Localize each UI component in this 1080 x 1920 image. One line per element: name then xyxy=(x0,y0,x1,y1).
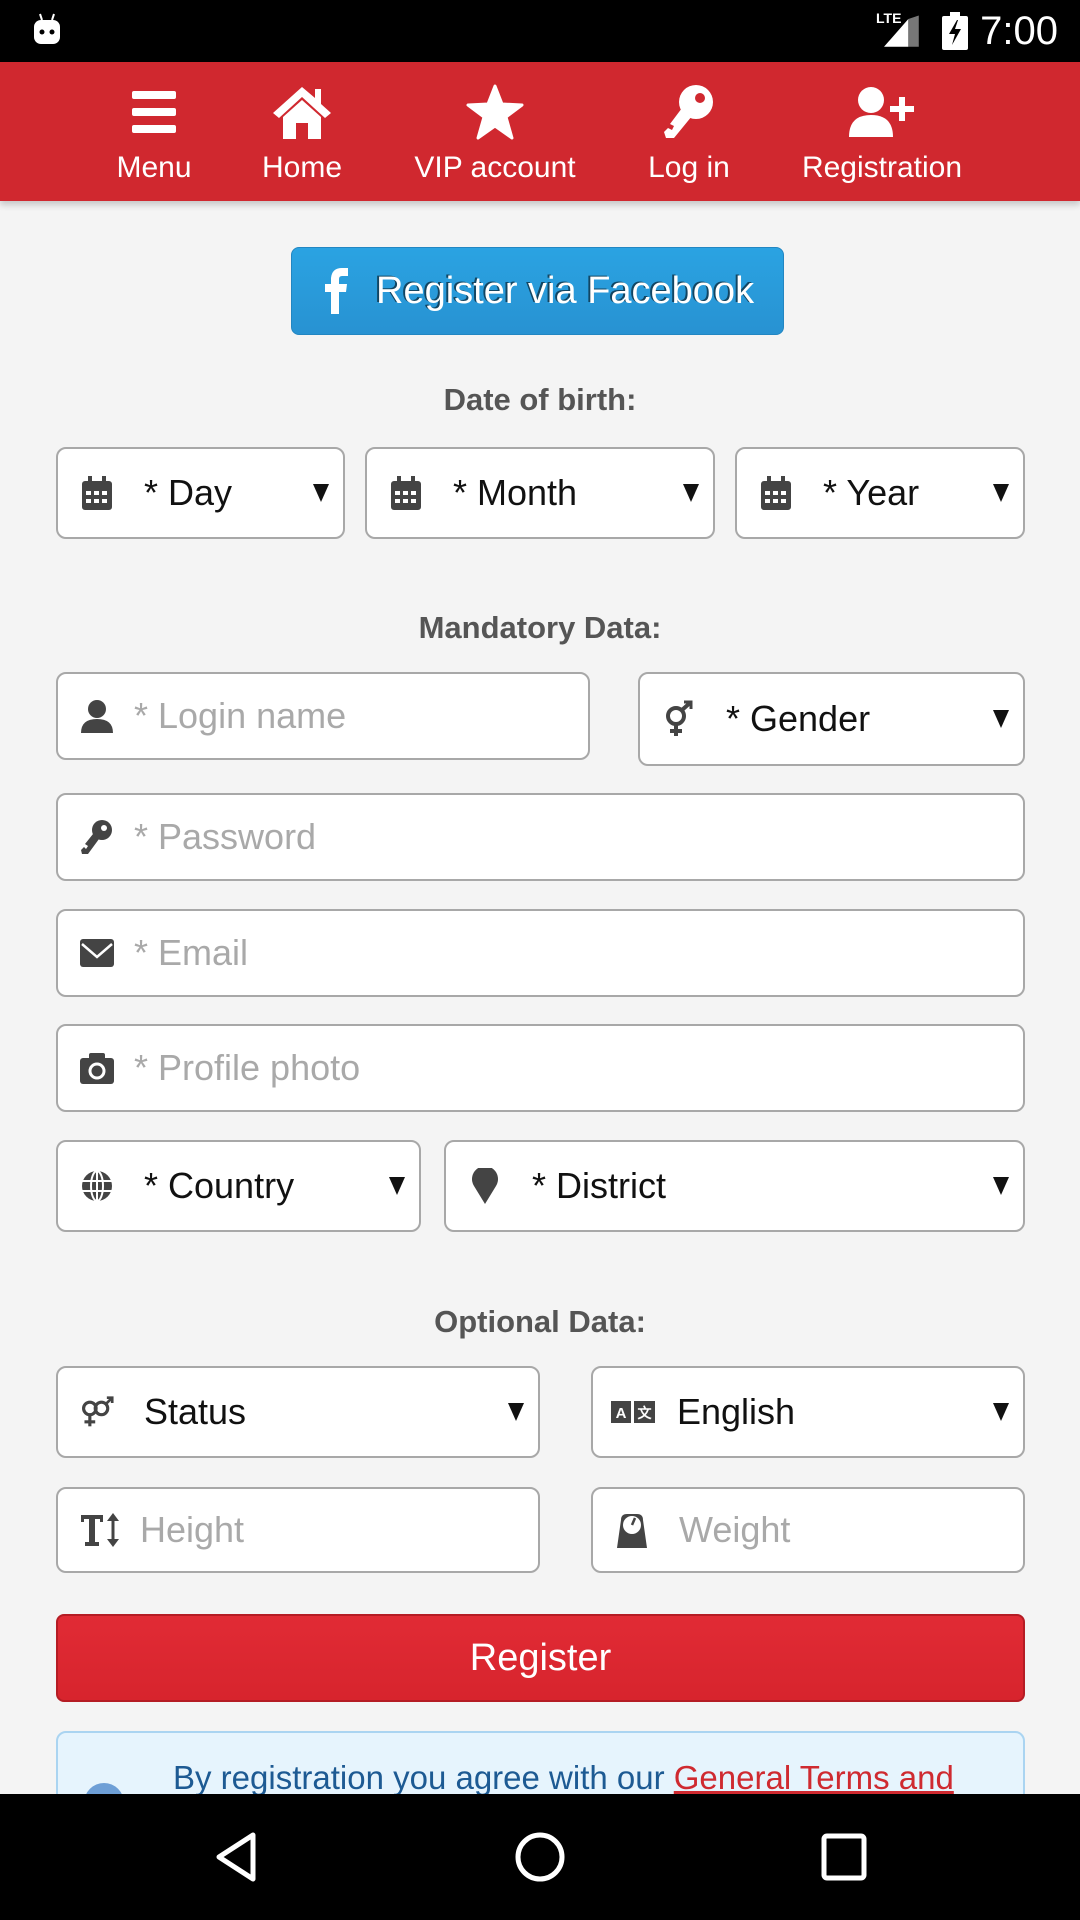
language-select[interactable]: A文 English xyxy=(591,1366,1025,1458)
calendar-icon xyxy=(80,476,114,510)
back-button[interactable] xyxy=(156,1794,316,1920)
nav-label: Registration xyxy=(801,151,963,184)
terms-notice-text: By registration you agree with our Gener… xyxy=(173,1759,954,1797)
country-select[interactable]: * Country xyxy=(56,1140,421,1232)
email-input[interactable]: * Email xyxy=(56,909,1025,997)
facebook-icon xyxy=(325,268,348,314)
weight-placeholder: Weight xyxy=(679,1509,791,1550)
key-icon xyxy=(662,84,716,140)
recents-square-icon xyxy=(821,1833,867,1881)
star-icon xyxy=(466,84,524,140)
district-select[interactable]: * District xyxy=(444,1140,1025,1232)
map-pin-icon xyxy=(468,1168,502,1204)
optional-data-label: Optional Data: xyxy=(434,1304,646,1339)
status-select[interactable]: Status xyxy=(56,1366,540,1458)
top-nav-bar: Menu Home VIP account Log in Registratio… xyxy=(0,62,1080,201)
district-value: * District xyxy=(532,1165,666,1206)
back-icon xyxy=(216,1832,256,1882)
nav-label: VIP account xyxy=(414,151,576,184)
gender-value: * Gender xyxy=(726,698,871,739)
android-notification-icon xyxy=(34,13,60,44)
chevron-down-icon xyxy=(993,1403,1009,1421)
nav-menu[interactable]: Menu xyxy=(104,62,204,201)
chevron-down-icon xyxy=(993,1177,1009,1195)
translate-icon: A文 xyxy=(611,1395,655,1429)
height-input[interactable]: Height xyxy=(56,1487,540,1573)
nav-vip-account[interactable]: VIP account xyxy=(405,62,585,201)
month-select[interactable]: * Month xyxy=(365,447,715,539)
chevron-down-icon xyxy=(313,484,329,502)
date-of-birth-label: Date of birth: xyxy=(443,382,637,417)
chevron-down-icon xyxy=(508,1403,524,1421)
text-height-icon xyxy=(80,1513,120,1547)
globe-icon xyxy=(80,1169,114,1203)
calendar-icon xyxy=(389,476,423,510)
nav-label: Menu xyxy=(116,151,192,184)
email-placeholder: * Email xyxy=(134,932,249,973)
envelope-icon xyxy=(80,936,114,970)
chevron-down-icon xyxy=(389,1177,405,1195)
gender-icon xyxy=(662,700,696,736)
status-bar: LTE 7:00 xyxy=(0,0,1080,62)
home-circle-icon xyxy=(515,1832,565,1882)
general-terms-link[interactable]: General Terms and xyxy=(674,1759,954,1796)
gender-select[interactable]: * Gender xyxy=(638,672,1025,766)
mandatory-data-label: Mandatory Data: xyxy=(418,610,662,645)
month-value: * Month xyxy=(453,472,578,513)
password-placeholder: * Password xyxy=(134,816,317,857)
weight-input[interactable]: Weight xyxy=(591,1487,1025,1573)
svg-text:文: 文 xyxy=(638,1405,653,1421)
nav-registration[interactable]: Registration xyxy=(795,62,969,201)
day-select[interactable]: * Day xyxy=(56,447,345,539)
register-button[interactable]: Register xyxy=(56,1614,1025,1702)
login-name-input[interactable]: * Login name xyxy=(56,672,590,760)
day-value: * Day xyxy=(144,472,233,513)
user-plus-icon xyxy=(847,84,917,140)
height-placeholder: Height xyxy=(140,1509,245,1550)
status-value: Status xyxy=(144,1391,247,1432)
nav-home[interactable]: Home xyxy=(252,62,352,201)
login-name-placeholder: * Login name xyxy=(134,695,347,736)
terms-notice-prefix: By registration you agree with our xyxy=(173,1759,674,1796)
camera-icon xyxy=(80,1051,114,1085)
nav-label: Home xyxy=(261,151,343,184)
calendar-icon xyxy=(759,476,793,510)
key-icon xyxy=(80,820,114,854)
nav-log-in[interactable]: Log in xyxy=(639,62,739,201)
battery-charging-icon xyxy=(942,12,968,50)
home-icon xyxy=(271,84,333,140)
svg-text:A: A xyxy=(616,1405,627,1422)
register-via-facebook-button[interactable]: Register via Facebook xyxy=(291,247,784,335)
clock: 7:00 xyxy=(980,9,1058,53)
country-value: * Country xyxy=(144,1165,295,1206)
user-icon xyxy=(80,699,114,733)
system-navigation-bar xyxy=(0,1794,1080,1920)
menu-icon xyxy=(130,84,178,140)
profile-photo-input[interactable]: * Profile photo xyxy=(56,1024,1025,1112)
chevron-down-icon xyxy=(993,484,1009,502)
password-input[interactable]: * Password xyxy=(56,793,1025,881)
language-value: English xyxy=(677,1391,796,1432)
recents-button[interactable] xyxy=(764,1794,924,1920)
weight-scale-icon xyxy=(615,1513,649,1548)
chevron-down-icon xyxy=(683,484,699,502)
chevron-down-icon xyxy=(993,710,1009,728)
year-select[interactable]: * Year xyxy=(735,447,1025,539)
facebook-button-label: Register via Facebook xyxy=(376,269,755,312)
profile-photo-placeholder: * Profile photo xyxy=(134,1047,361,1088)
home-button[interactable] xyxy=(460,1794,620,1920)
relationship-status-icon xyxy=(80,1395,114,1429)
year-value: * Year xyxy=(823,472,920,513)
nav-label: Log in xyxy=(648,151,730,184)
